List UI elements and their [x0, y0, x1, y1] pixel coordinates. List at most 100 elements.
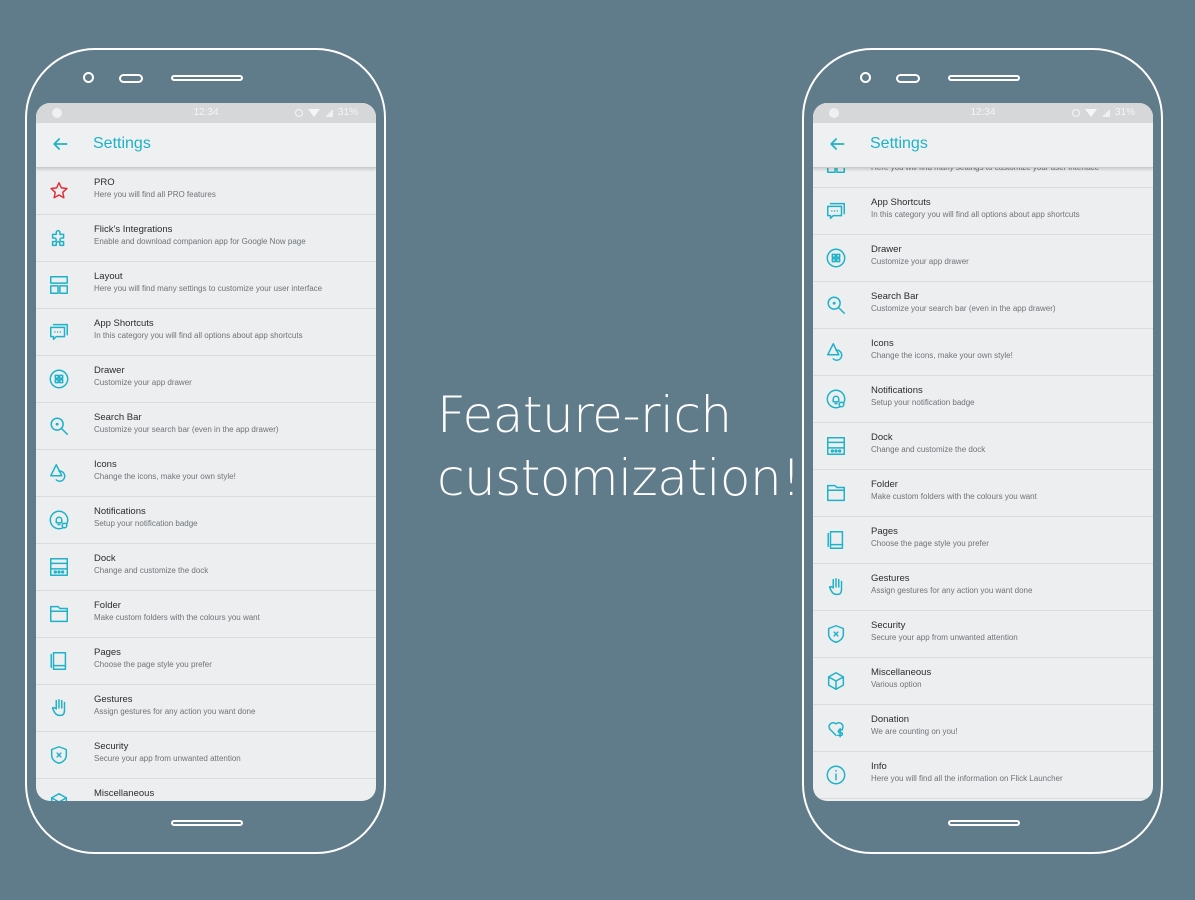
settings-list[interactable]: LayoutHere you will find many settings t… [813, 141, 1153, 799]
hand-gesture-icon [48, 697, 70, 719]
item-subtitle: Change and customize the dock [871, 445, 986, 454]
item-title: Notifications [94, 506, 146, 517]
item-title: Notifications [871, 385, 923, 396]
search-icon [48, 415, 70, 437]
item-title: Drawer [871, 244, 902, 255]
item-title: Flick's Integrations [94, 224, 173, 235]
settings-item-info[interactable]: Info Here you will find all the informati… [813, 752, 1153, 799]
settings-item-notifications[interactable]: Notifications Setup your notification bad… [36, 497, 376, 544]
arrow-left-icon[interactable] [50, 134, 70, 154]
item-title: Gestures [94, 694, 133, 705]
settings-item-miscellaneous[interactable]: MiscellaneousVarious option [36, 779, 376, 801]
drawer-grid-icon [48, 368, 70, 390]
item-title: Drawer [94, 365, 125, 376]
pages-icon [48, 650, 70, 672]
settings-item-notifications[interactable]: Notifications Setup your notification bad… [813, 376, 1153, 423]
settings-item-icons[interactable]: Icons Change the icons, make your own sty… [813, 329, 1153, 376]
phone-screen-right: 12:34 31% Settings LayoutHere you will f… [813, 103, 1153, 801]
item-title: Pages [871, 526, 898, 537]
front-camera [860, 72, 871, 83]
item-title: Folder [94, 600, 121, 611]
folder-icon [48, 603, 70, 625]
settings-item-icons[interactable]: Icons Change the icons, make your own sty… [36, 450, 376, 497]
settings-item-folder[interactable]: Folder Make custom folders with the colou… [36, 591, 376, 638]
settings-item-gestures[interactable]: Gestures Assign gestures for any action y… [813, 564, 1153, 611]
settings-item-donation[interactable]: Donation We are counting on you! [813, 705, 1153, 752]
puzzle-icon [48, 227, 70, 249]
app-bar: Settings [813, 123, 1153, 168]
item-subtitle: Change the icons, make your own style! [871, 351, 1013, 360]
front-camera [83, 72, 94, 83]
settings-item-folder[interactable]: Folder Make custom folders with the colou… [813, 470, 1153, 517]
settings-item-gestures[interactable]: Gestures Assign gestures for any action y… [36, 685, 376, 732]
settings-item-layout[interactable]: Layout Here you will find many settings t… [36, 262, 376, 309]
settings-item-dock[interactable]: Dock Change and customize the dock [36, 544, 376, 591]
earpiece-speaker [948, 75, 1020, 81]
item-title: App Shortcuts [871, 197, 931, 208]
item-title: Miscellaneous [871, 667, 932, 678]
app-bar: Settings [36, 123, 376, 168]
item-title: Search Bar [871, 291, 919, 302]
settings-item-pages[interactable]: Pages Choose the page style you prefer [813, 517, 1153, 564]
settings-item-app-shortcuts[interactable]: App Shortcuts In this category you will f… [36, 309, 376, 356]
item-title: Info [871, 761, 887, 772]
layout-icon [48, 274, 70, 296]
earpiece-speaker [171, 75, 243, 81]
info-icon [825, 764, 847, 786]
item-title: PRO [94, 177, 115, 188]
tagline-line-2: customization! [437, 449, 801, 507]
item-subtitle: Assign gestures for any action you want … [94, 707, 256, 716]
settings-item-pro[interactable]: PRO Here you will find all PRO features [36, 168, 376, 215]
battery-level: 31% [1114, 107, 1135, 118]
shapes-icon [48, 462, 70, 484]
item-title: Dock [871, 432, 893, 443]
item-subtitle: Customize your search bar (even in the a… [94, 425, 279, 434]
item-subtitle: Various option [871, 680, 922, 689]
settings-item-drawer[interactable]: Drawer Customize your app drawer [36, 356, 376, 403]
item-subtitle: Setup your notification badge [94, 519, 198, 528]
notification-badge-icon [825, 388, 847, 410]
item-subtitle: Here you will find all PRO features [94, 190, 216, 199]
item-title: Search Bar [94, 412, 142, 423]
folder-icon [825, 482, 847, 504]
item-subtitle: Here you will find all the information o… [871, 774, 1063, 783]
settings-item-security[interactable]: Security Secure your app from unwanted at… [36, 732, 376, 779]
item-title: Dock [94, 553, 116, 564]
signal-icon [324, 108, 333, 117]
status-bar: 12:34 31% [813, 103, 1153, 123]
arrow-left-icon[interactable] [827, 134, 847, 154]
item-subtitle: Secure your app from unwanted attention [94, 754, 241, 763]
settings-item-drawer[interactable]: Drawer Customize your app drawer [813, 235, 1153, 282]
item-subtitle: Change and customize the dock [94, 566, 209, 575]
settings-item-app-shortcuts[interactable]: App Shortcuts In this category you will f… [813, 188, 1153, 235]
home-indicator [171, 820, 243, 826]
item-title: Donation [871, 714, 910, 725]
item-subtitle: Make custom folders with the colours you… [94, 613, 260, 622]
alarm-icon [1071, 108, 1080, 117]
settings-item-flick-s-integrations[interactable]: Flick's Integrations Enable and download … [36, 215, 376, 262]
item-title: Security [871, 620, 906, 631]
status-bar: 12:34 31% [36, 103, 376, 123]
star-icon [48, 180, 70, 202]
search-icon [825, 294, 847, 316]
cube-icon [48, 791, 70, 801]
phone-screen-left: 12:34 31% Settings PRO Here you will find… [36, 103, 376, 801]
item-title: Folder [871, 479, 898, 490]
chat-shortcut-icon [825, 200, 847, 222]
settings-item-search-bar[interactable]: Search Bar Customize your search bar (eve… [813, 282, 1153, 329]
item-subtitle: We are counting on you! [871, 727, 958, 736]
heart-dollar-icon [825, 717, 847, 739]
item-subtitle: Customize your app drawer [871, 257, 969, 266]
settings-item-dock[interactable]: Dock Change and customize the dock [813, 423, 1153, 470]
page-title: Settings [93, 135, 151, 152]
settings-list[interactable]: PRO Here you will find all PRO features Fl… [36, 168, 376, 801]
item-title: Pages [94, 647, 121, 658]
wifi-icon [307, 108, 320, 117]
settings-item-security[interactable]: Security Secure your app from unwanted at… [813, 611, 1153, 658]
hand-gesture-icon [825, 576, 847, 598]
settings-item-miscellaneous[interactable]: Miscellaneous Various option [813, 658, 1153, 705]
settings-item-pages[interactable]: Pages Choose the page style you prefer [36, 638, 376, 685]
item-subtitle: Choose the page style you prefer [94, 660, 212, 669]
settings-item-search-bar[interactable]: Search Bar Customize your search bar (eve… [36, 403, 376, 450]
item-subtitle: In this category you will find all optio… [871, 210, 1080, 219]
